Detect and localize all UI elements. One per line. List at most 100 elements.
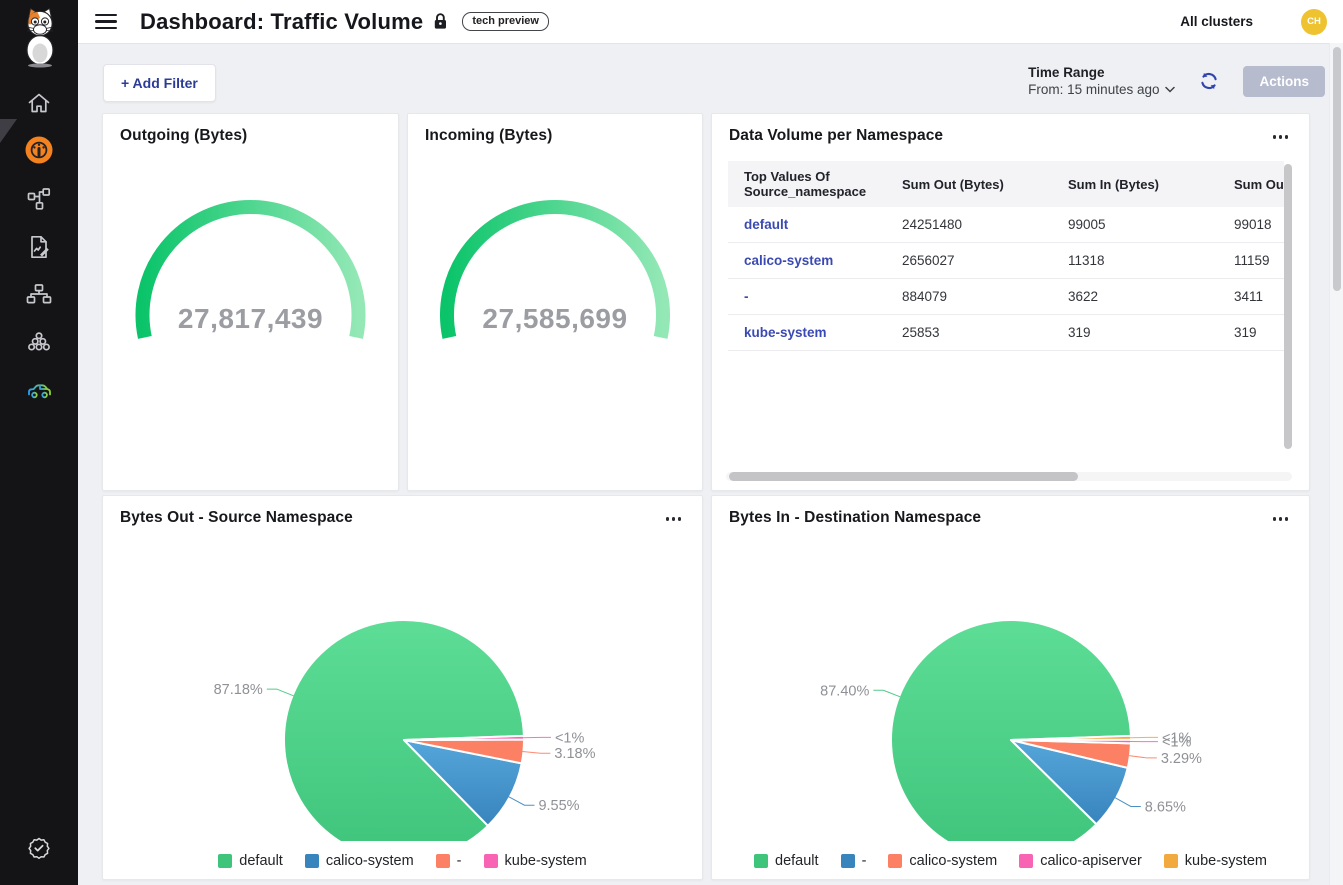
add-filter-button[interactable]: + Add Filter	[103, 64, 216, 102]
table-cell: 2656027	[894, 243, 1060, 279]
sidebar-item-home[interactable]	[0, 81, 78, 125]
sidebar-item-clusters[interactable]	[0, 321, 78, 365]
tech-preview-badge: tech preview	[462, 12, 549, 31]
column-header[interactable]: Sum In (Bytes)	[1060, 161, 1226, 207]
legend-item-default[interactable]: default	[754, 853, 819, 869]
page-title: Dashboard: Traffic Volume	[140, 9, 423, 35]
legend-label: -	[457, 853, 462, 869]
legend-swatch	[888, 854, 902, 868]
column-header[interactable]: Sum Out (Packets)	[1226, 161, 1284, 207]
top-bar: Dashboard: Traffic Volume tech preview A…	[78, 0, 1343, 44]
sidebar-item-dashboards-active[interactable]	[0, 128, 78, 172]
legend-item--[interactable]: -	[841, 853, 867, 869]
legend-item--[interactable]: -	[436, 853, 462, 869]
card-menu-button[interactable]	[1270, 132, 1292, 142]
actions-button[interactable]: Actions	[1243, 66, 1325, 97]
legend-item-kube-system[interactable]: kube-system	[484, 853, 587, 869]
legend-swatch	[1164, 854, 1178, 868]
legend-label: default	[775, 853, 819, 869]
namespace-link[interactable]: -	[744, 289, 749, 304]
table-cell: 319	[1226, 315, 1284, 351]
pie-legend: default - calico-system calico-apiserver kub…	[712, 853, 1309, 869]
legend-label: kube-system	[505, 853, 587, 869]
table-row: kube-system25853319319	[728, 315, 1284, 351]
sidebar-item-flow-logs[interactable]	[0, 225, 78, 269]
flow-logs-icon	[26, 234, 52, 260]
namespace-link[interactable]: calico-system	[744, 253, 833, 268]
sidebar-item-service-graph[interactable]	[0, 177, 78, 221]
incoming-gauge-chart	[408, 114, 702, 490]
column-header[interactable]: Sum Out (Bytes)	[894, 161, 1060, 207]
lock-icon	[433, 13, 448, 30]
namespace-link[interactable]: kube-system	[744, 325, 827, 340]
page-scrollbar[interactable]	[1333, 47, 1341, 291]
table-cell: 24251480	[894, 207, 1060, 243]
sidebar-item-performance[interactable]	[0, 368, 78, 412]
sidebar-item-network-topology[interactable]	[0, 273, 78, 317]
card-incoming-bytes: Incoming (Bytes) 27,585,699	[407, 113, 703, 491]
legend-label: calico-apiserver	[1040, 853, 1142, 869]
gauge-value: 27,585,699	[408, 303, 702, 335]
pie-legend: default calico-system - kube-system	[103, 853, 702, 869]
legend-item-default[interactable]: default	[218, 853, 283, 869]
legend-label: calico-system	[326, 853, 414, 869]
pie-percent-label: 3.29%	[1161, 751, 1202, 767]
sidebar-item-verified[interactable]	[0, 826, 78, 870]
card-data-volume-table: Data Volume per Namespace Top Values Of …	[711, 113, 1310, 491]
table-cell: 99018	[1226, 207, 1284, 243]
legend-swatch	[484, 854, 498, 868]
legend-swatch	[436, 854, 450, 868]
column-header[interactable]: Top Values Of Source_namespace	[728, 161, 894, 207]
legend-item-calico-system[interactable]: calico-system	[305, 853, 414, 869]
legend-item-kube-system[interactable]: kube-system	[1164, 853, 1267, 869]
outgoing-gauge-chart	[103, 114, 398, 490]
legend-swatch	[841, 854, 855, 868]
dashboard-gauge-icon	[25, 136, 53, 164]
clusters-icon	[26, 330, 52, 356]
legend-label: kube-system	[1185, 853, 1267, 869]
sidebar	[0, 0, 78, 885]
card-bytes-out-pie: Bytes Out - Source Namespace 87.18%9.55%…	[102, 495, 703, 880]
legend-label: -	[862, 853, 867, 869]
table-cell: 11318	[1060, 243, 1226, 279]
table-cell: 25853	[894, 315, 1060, 351]
time-range-selector[interactable]: Time Range From: 15 minutes ago	[1028, 65, 1175, 97]
table-vertical-scrollbar[interactable]	[1284, 164, 1292, 449]
legend-label: default	[239, 853, 283, 869]
pie-percent-label: <1%	[1162, 730, 1192, 746]
table-horizontal-scrollbar[interactable]	[729, 472, 1078, 481]
legend-item-calico-system[interactable]: calico-system	[888, 853, 997, 869]
namespace-link[interactable]: default	[744, 217, 788, 232]
table-cell: 3411	[1226, 279, 1284, 315]
network-topology-icon	[26, 282, 52, 308]
refresh-button[interactable]	[1199, 71, 1219, 91]
cluster-selector[interactable]: All clusters	[1180, 14, 1253, 29]
verified-badge-icon	[26, 835, 52, 861]
time-range-label: Time Range	[1028, 65, 1175, 80]
pie-percent-label: 3.18%	[554, 746, 595, 762]
pie-percent-label: 87.40%	[820, 683, 869, 699]
pie-percent-label: 9.55%	[538, 798, 579, 814]
legend-item-calico-apiserver[interactable]: calico-apiserver	[1019, 853, 1142, 869]
legend-swatch	[1019, 854, 1033, 868]
time-range-value: From: 15 minutes ago	[1028, 82, 1159, 97]
gauge-value: 27,817,439	[103, 303, 398, 335]
user-avatar[interactable]: CH	[1301, 9, 1327, 35]
legend-swatch	[305, 854, 319, 868]
hamburger-menu-button[interactable]	[95, 14, 117, 30]
table-cell: 11159	[1226, 243, 1284, 279]
table-row: calico-system 26560271131811159	[728, 243, 1284, 279]
legend-swatch	[218, 854, 232, 868]
calico-cat-logo-icon	[19, 6, 61, 68]
car-icon	[26, 377, 53, 404]
legend-swatch	[754, 854, 768, 868]
home-icon	[26, 90, 52, 116]
namespace-table: Top Values Of Source_namespaceSum Out (B…	[728, 161, 1284, 463]
chevron-down-icon	[1165, 86, 1175, 93]
legend-label: calico-system	[909, 853, 997, 869]
card-outgoing-bytes: Outgoing (Bytes) 27,817,439	[102, 113, 399, 491]
bytes-in-pie-chart: 87.40%8.65%3.29%<1%<1%	[712, 496, 1309, 841]
card-title: Data Volume per Namespace	[729, 127, 943, 145]
pie-percent-label: <1%	[555, 730, 585, 746]
service-graph-icon	[26, 186, 52, 212]
